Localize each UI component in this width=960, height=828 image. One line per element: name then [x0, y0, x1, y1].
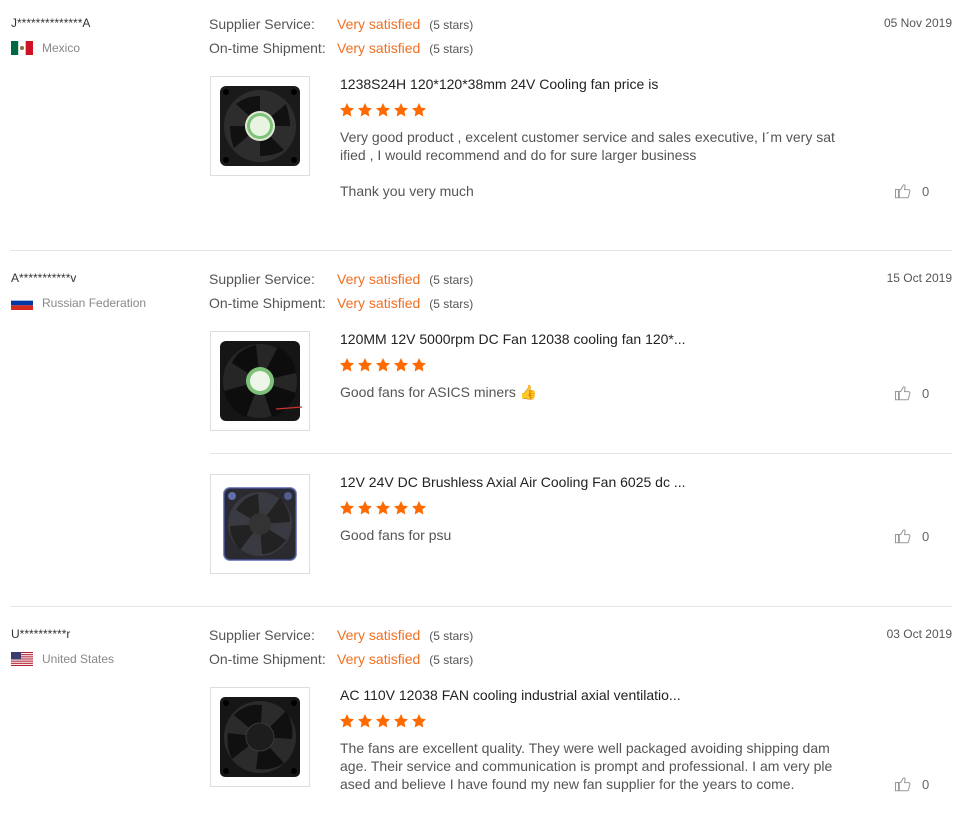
- buyer-name: J**************A: [11, 16, 91, 30]
- supplier-service-value: Very satisfied: [337, 627, 421, 643]
- buyer-name: A***********v: [11, 271, 77, 285]
- thumbs-up-icon: [894, 184, 911, 199]
- star-icon: [376, 714, 390, 728]
- product-image[interactable]: [210, 331, 310, 431]
- review-date: 05 Nov 2019: [883, 16, 952, 30]
- star-icon: [358, 358, 372, 372]
- like-button[interactable]: 0: [894, 775, 929, 793]
- ontime-shipment-stars: (5 stars): [429, 297, 474, 311]
- review-comment: Good fans for psu: [340, 527, 452, 543]
- product-rating: [339, 500, 427, 516]
- ontime-shipment-stars: (5 stars): [429, 653, 474, 667]
- star-icon: [394, 358, 408, 372]
- star-icon: [394, 501, 408, 515]
- thumbs-up-icon: [894, 529, 911, 544]
- star-icon: [358, 103, 372, 117]
- product-image[interactable]: [210, 76, 310, 176]
- ontime-shipment-row: On-time Shipment: Very satisfied (5 star…: [209, 295, 473, 311]
- ontime-shipment-row: On-time Shipment: Very satisfied (5 star…: [209, 40, 473, 56]
- buyer-country: United States: [11, 652, 114, 666]
- country-name: Russian Federation: [42, 296, 147, 310]
- star-icon: [358, 501, 372, 515]
- buyer-name: U**********r: [11, 627, 71, 641]
- review-divider: [10, 250, 952, 251]
- star-icon: [340, 501, 354, 515]
- fan-icon: [220, 697, 300, 777]
- star-icon: [394, 103, 408, 117]
- review-comment-wrap: Good fans for ASICS miners 👍: [340, 383, 836, 401]
- thumbs-up-emoji-icon: 👍: [519, 384, 538, 400]
- fan-icon: [220, 341, 303, 421]
- product-title-link[interactable]: 12V 24V DC Brushless Axial Air Cooling F…: [340, 474, 686, 490]
- supplier-service-row: Supplier Service: Very satisfied (5 star…: [209, 16, 473, 32]
- supplier-service-label: Supplier Service:: [209, 271, 315, 287]
- supplier-service-stars: (5 stars): [429, 18, 474, 32]
- star-icon: [412, 714, 426, 728]
- star-icon: [394, 714, 408, 728]
- review-date: 15 Oct 2019: [886, 271, 952, 285]
- country-name: United States: [42, 652, 115, 666]
- supplier-service-label: Supplier Service:: [209, 16, 315, 32]
- buyer-country: Mexico: [11, 41, 80, 55]
- item-divider: [210, 453, 952, 454]
- supplier-service-label: Supplier Service:: [209, 627, 315, 643]
- ontime-shipment-value: Very satisfied: [337, 295, 421, 311]
- star-icon: [376, 358, 390, 372]
- product-rating: [339, 357, 427, 373]
- review-comment: Very good product , excelent customer se…: [340, 129, 835, 163]
- like-count: 0: [922, 528, 930, 544]
- supplier-service-value: Very satisfied: [337, 271, 421, 287]
- product-rating: [339, 713, 427, 729]
- country-name: Mexico: [42, 41, 81, 55]
- like-count: 0: [922, 183, 930, 199]
- star-icon: [412, 501, 426, 515]
- usa-flag-icon: [11, 652, 33, 666]
- ontime-shipment-stars: (5 stars): [429, 42, 474, 56]
- star-icon: [358, 714, 372, 728]
- supplier-service-value: Very satisfied: [337, 16, 421, 32]
- review-date: 03 Oct 2019: [886, 627, 952, 641]
- supplier-service-row: Supplier Service: Very satisfied (5 star…: [209, 271, 473, 287]
- russia-flag-icon: [11, 296, 33, 310]
- thumbs-up-icon: [894, 777, 911, 792]
- product-rating: [339, 102, 427, 118]
- star-icon: [412, 358, 426, 372]
- supplier-service-row: Supplier Service: Very satisfied (5 star…: [209, 627, 473, 643]
- like-button[interactable]: 0: [894, 384, 929, 402]
- fan-icon: [223, 487, 297, 561]
- supplier-service-stars: (5 stars): [429, 629, 474, 643]
- supplier-service-stars: (5 stars): [429, 273, 474, 287]
- review-divider: [10, 606, 952, 607]
- review-comment-extra: Thank you very much: [340, 183, 474, 199]
- mexico-flag-icon: [11, 41, 33, 55]
- like-count: 0: [922, 385, 930, 401]
- ontime-shipment-label: On-time Shipment:: [209, 295, 326, 311]
- ontime-shipment-value: Very satisfied: [337, 40, 421, 56]
- buyer-country: Russian Federation: [11, 296, 146, 310]
- product-title-link[interactable]: 1238S24H 120*120*38mm 24V Cooling fan pr…: [340, 76, 658, 92]
- star-icon: [376, 103, 390, 117]
- product-title-link[interactable]: 120MM 12V 5000rpm DC Fan 12038 cooling f…: [340, 331, 686, 347]
- review-comment: The fans are excellent quality. They wer…: [340, 740, 833, 792]
- like-count: 0: [922, 776, 930, 792]
- product-image[interactable]: [210, 687, 310, 787]
- product-title-link[interactable]: AC 110V 12038 FAN cooling industrial axi…: [340, 687, 681, 703]
- review-comment: Good fans for ASICS miners: [340, 384, 516, 400]
- star-icon: [340, 714, 354, 728]
- ontime-shipment-label: On-time Shipment:: [209, 651, 326, 667]
- product-image[interactable]: [210, 474, 310, 574]
- star-icon: [376, 501, 390, 515]
- like-button[interactable]: 0: [894, 182, 929, 200]
- star-icon: [340, 358, 354, 372]
- like-button[interactable]: 0: [894, 527, 929, 545]
- ontime-shipment-value: Very satisfied: [337, 651, 421, 667]
- thumbs-up-icon: [894, 386, 911, 401]
- ontime-shipment-row: On-time Shipment: Very satisfied (5 star…: [209, 651, 473, 667]
- fan-icon: [220, 86, 300, 166]
- star-icon: [340, 103, 354, 117]
- star-icon: [412, 103, 426, 117]
- ontime-shipment-label: On-time Shipment:: [209, 40, 326, 56]
